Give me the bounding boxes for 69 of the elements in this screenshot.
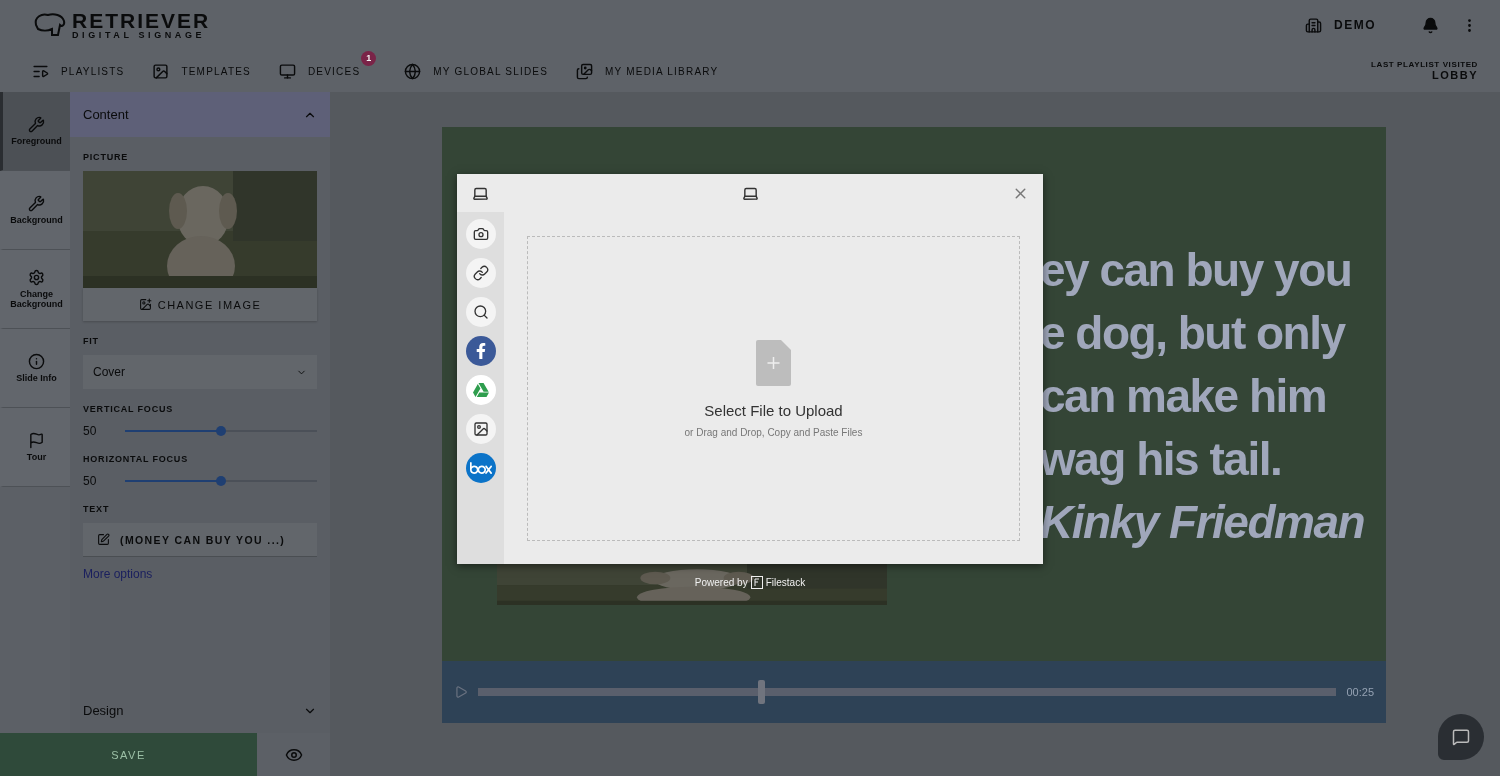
sidebar-tab[interactable]: Slide Info: [0, 329, 70, 408]
last-playlist-label: LAST PLAYLIST VISITED: [1371, 60, 1478, 70]
quote-line: wag his tail.: [1040, 432, 1282, 487]
images-icon: [576, 62, 594, 80]
add-file-icon: [756, 339, 791, 386]
file-drop-zone[interactable]: Select File to Upload or Drag and Drop, Copy and Paste Files: [527, 236, 1020, 541]
quote-line: can make him: [1040, 369, 1327, 424]
drop-hint: or Drag and Drop, Copy and Paste Files: [684, 426, 863, 438]
slider-thumb[interactable]: [216, 426, 226, 436]
bell-icon[interactable]: [1422, 16, 1439, 34]
section-header[interactable]: Content: [70, 92, 330, 137]
image-icon[interactable]: [465, 414, 496, 444]
sidebar-tab[interactable]: Tour: [0, 408, 70, 487]
nav-link[interactable]: MY GLOBAL SLIDES: [404, 62, 549, 80]
box-icon[interactable]: [465, 453, 496, 483]
globe-icon: [404, 62, 422, 80]
chat-bubble-icon: [1452, 728, 1470, 746]
drive-icon[interactable]: [465, 375, 496, 405]
powered-by-text: Powered by: [694, 577, 748, 588]
building-icon: [1305, 16, 1322, 34]
info-icon: [28, 353, 45, 370]
change-image-button[interactable]: CHANGE IMAGE: [83, 288, 317, 321]
save-button[interactable]: SAVE: [0, 733, 257, 776]
edit-icon: [97, 533, 110, 546]
search-icon[interactable]: [465, 297, 496, 327]
filestack-link[interactable]: Filestack: [765, 577, 806, 588]
wrench-icon: [28, 195, 45, 212]
play-icon[interactable]: [454, 685, 468, 699]
sidebar-tab[interactable]: Foreground: [0, 92, 70, 171]
wrench-icon: [28, 116, 45, 133]
field-label: TEXT: [83, 504, 111, 514]
logo-tagline: DIGITAL SIGNAGE: [72, 31, 207, 40]
nav-link[interactable]: PLAYLISTS: [32, 62, 125, 80]
last-playlist-link[interactable]: LOBBY: [1432, 69, 1478, 82]
drop-title: Select File to Upload: [704, 401, 843, 419]
field-label: PICTURE: [83, 152, 130, 162]
image-icon: [152, 62, 170, 80]
more-options-link[interactable]: More options: [83, 567, 317, 581]
seek-thumb[interactable]: [758, 680, 766, 704]
quote-line: e dog, but only: [1040, 306, 1345, 361]
fit-dropdown[interactable]: Cover: [83, 355, 317, 389]
field-label: VERTICAL FOCUS: [83, 404, 175, 414]
camera-icon[interactable]: [465, 219, 496, 249]
sidebar-tab[interactable]: Change Background: [0, 250, 70, 329]
filestack-logo-icon: [750, 576, 763, 589]
playback-time: 00:25: [1346, 686, 1374, 698]
nav-link[interactable]: MY MEDIA LIBRARY: [576, 62, 719, 80]
edit-text-button[interactable]: (MONEY CAN BUY YOU ...): [83, 523, 317, 557]
slider-value: 50: [83, 424, 98, 438]
nav-link[interactable]: TEMPLATES: [152, 62, 251, 80]
flag-icon: [28, 432, 45, 449]
quote-author: Kinky Friedman: [1040, 495, 1365, 550]
sidebar-tab[interactable]: Background: [0, 171, 70, 250]
facebook-icon[interactable]: [465, 336, 496, 366]
nav-link[interactable]: DEVICES: [278, 62, 361, 80]
account-button[interactable]: DEMO: [1305, 16, 1376, 34]
link-icon[interactable]: [465, 258, 496, 288]
gear-icon: [28, 269, 45, 286]
logo-name: RETRIEVER: [72, 10, 211, 31]
field-label: FIT: [83, 336, 100, 346]
field-label: HORIZONTAL FOCUS: [83, 454, 189, 464]
preview-eye-icon[interactable]: [257, 733, 330, 776]
quote-line: ey can buy you: [1040, 243, 1352, 298]
chat-button[interactable]: [1438, 714, 1484, 760]
monitor-icon: [278, 62, 296, 80]
slider-value: 50: [83, 474, 98, 488]
image-icon: [138, 298, 152, 311]
notification-badge: 1: [361, 50, 377, 66]
slider-thumb[interactable]: [216, 476, 226, 486]
